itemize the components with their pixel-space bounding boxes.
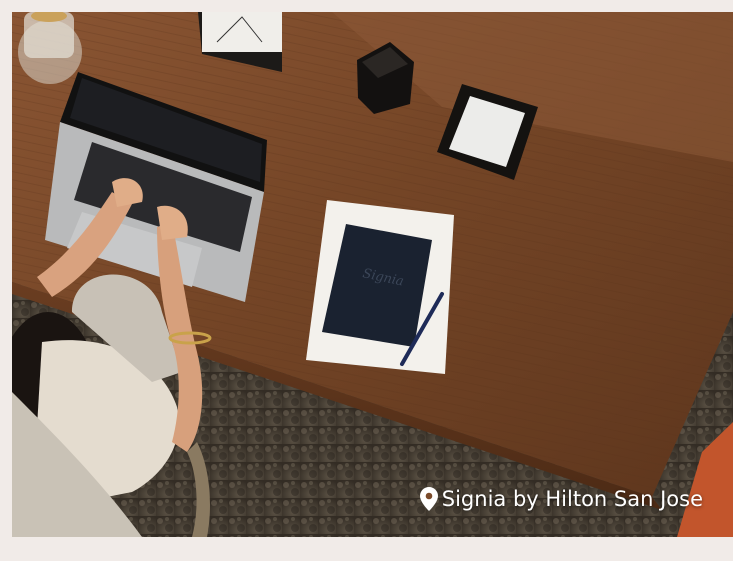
photo-scene: Signia	[12, 12, 733, 537]
hotel-name: Signia by Hilton San Jose	[441, 487, 703, 511]
photo-caption: Signia by Hilton San Jose	[419, 487, 703, 511]
hotel-photo: Signia Signia by Hilton San Jose	[12, 12, 733, 537]
location-pin-icon	[419, 487, 438, 511]
